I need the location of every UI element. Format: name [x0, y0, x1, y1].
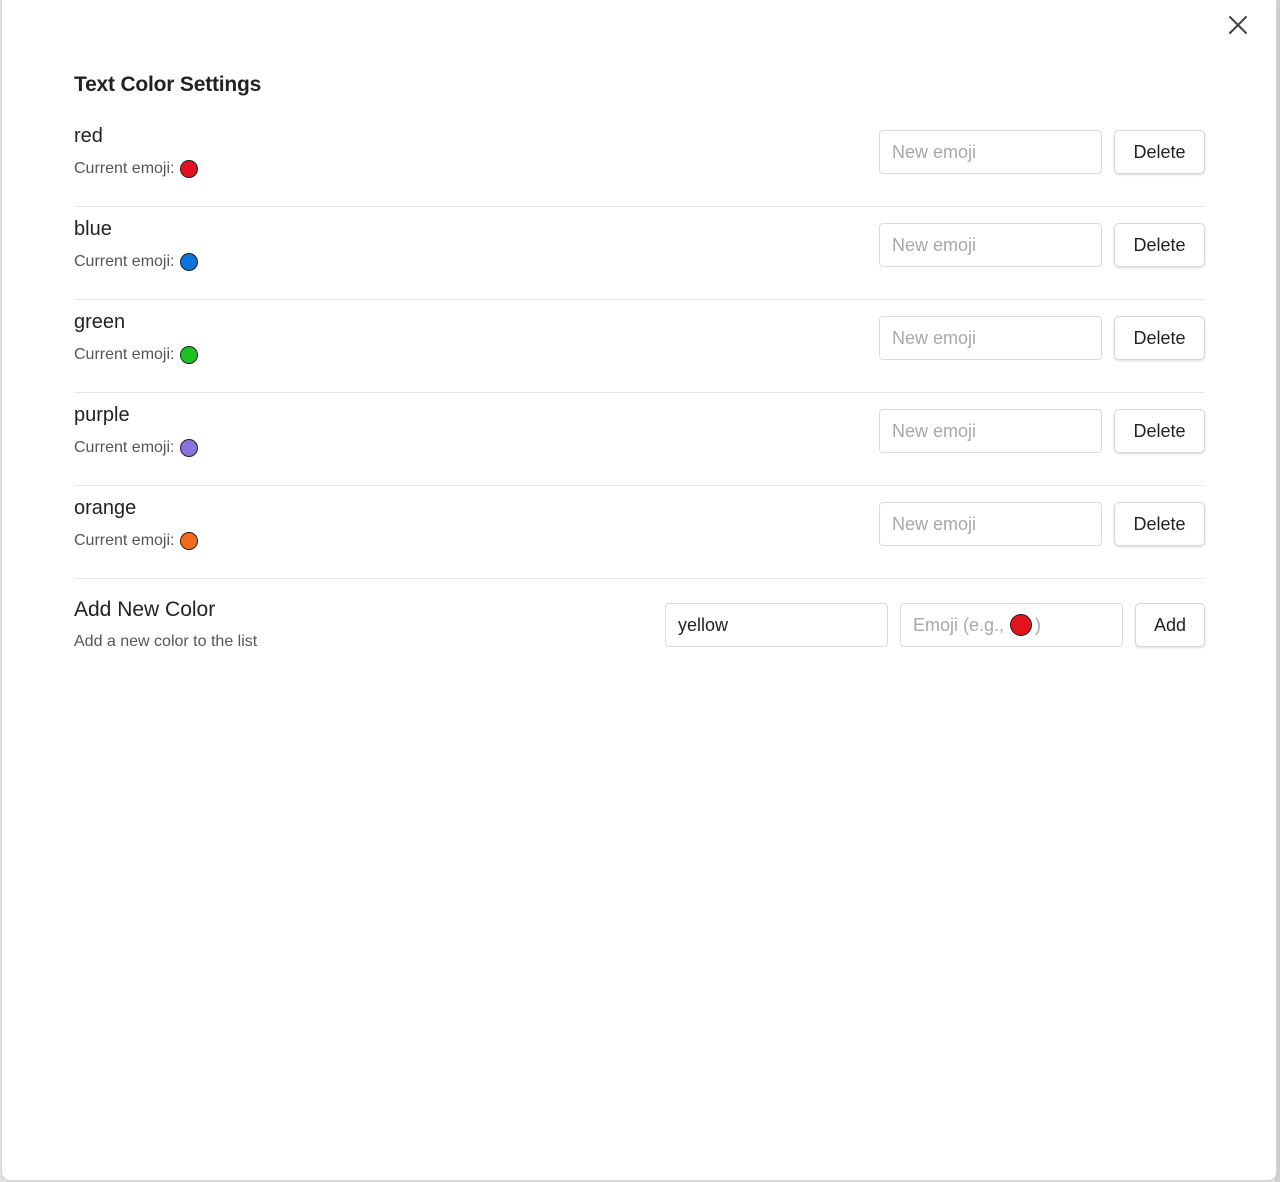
add-new-color-title: Add New Color: [74, 598, 216, 621]
current-emoji: Current emoji:: [74, 344, 199, 366]
delete-button[interactable]: Delete: [1114, 223, 1205, 267]
color-name: purple: [74, 404, 130, 426]
delete-button[interactable]: Delete: [1114, 316, 1205, 360]
new-emoji-input[interactable]: [879, 316, 1102, 360]
add-button[interactable]: Add: [1135, 603, 1205, 647]
modal-title: Text Color Settings: [74, 73, 262, 96]
color-row-blue: blue Current emoji: Delete: [74, 207, 1205, 300]
color-row-red: red Current emoji: Delete: [74, 114, 1205, 207]
text-color-settings-modal: Text Color Settings red Current emoji: D…: [2, 0, 1276, 1180]
settings-content: Text Color Settings red Current emoji: D…: [74, 70, 1205, 671]
color-name: orange: [74, 497, 137, 519]
color-name: blue: [74, 218, 112, 240]
current-emoji-label: Current emoji:: [74, 439, 175, 456]
current-emoji: Current emoji:: [74, 251, 199, 273]
purple-circle-emoji: [180, 439, 199, 457]
current-emoji: Current emoji:: [74, 530, 199, 552]
new-emoji-input[interactable]: [879, 223, 1102, 267]
close-icon: [1228, 15, 1248, 40]
new-emoji-input[interactable]: [879, 409, 1102, 453]
new-emoji-input[interactable]: [879, 502, 1102, 546]
delete-button[interactable]: Delete: [1114, 502, 1205, 546]
close-button[interactable]: [1223, 12, 1253, 42]
red-circle-emoji: [180, 160, 199, 178]
current-emoji-label: Current emoji:: [74, 532, 175, 549]
current-emoji: Current emoji:: [74, 158, 199, 180]
delete-button[interactable]: Delete: [1114, 409, 1205, 453]
current-emoji: Current emoji:: [74, 437, 199, 459]
color-row-orange: orange Current emoji: Delete: [74, 486, 1205, 579]
current-emoji-label: Current emoji:: [74, 346, 175, 363]
orange-circle-emoji: [180, 532, 199, 550]
color-row-purple: purple Current emoji: Delete: [74, 393, 1205, 486]
add-new-color-description: Add a new color to the list: [74, 633, 258, 650]
new-emoji-input[interactable]: [879, 130, 1102, 174]
color-name: green: [74, 311, 126, 333]
add-new-color-section: Add New Color Add a new color to the lis…: [74, 579, 1205, 671]
color-row-green: green Current emoji: Delete: [74, 300, 1205, 393]
emoji-input[interactable]: [900, 603, 1123, 647]
green-circle-emoji: [180, 346, 199, 364]
current-emoji-label: Current emoji:: [74, 160, 175, 177]
current-emoji-label: Current emoji:: [74, 253, 175, 270]
delete-button[interactable]: Delete: [1114, 130, 1205, 174]
color-list: red Current emoji: Delete blue Current e…: [74, 114, 1205, 579]
emoji-field: Emoji (e.g., ): [900, 603, 1123, 647]
color-name: red: [74, 125, 103, 147]
blue-circle-emoji: [180, 253, 199, 271]
color-name-input[interactable]: [665, 603, 888, 647]
